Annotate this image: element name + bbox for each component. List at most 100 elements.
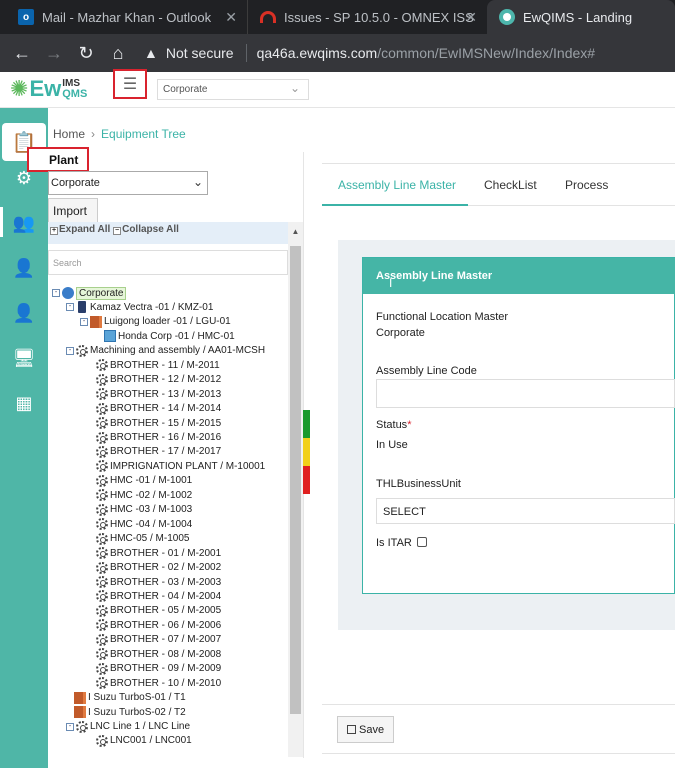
hamburger-menu-button[interactable]: ☰	[113, 69, 147, 99]
plant-select-value: Corporate	[51, 177, 100, 189]
tree-node[interactable]: BROTHER - 07 / M-2007	[96, 633, 221, 647]
tree-node[interactable]: BROTHER - 12 / M-2012	[96, 373, 221, 387]
tree-node-label: HMC -04 / M-1004	[110, 518, 193, 530]
tree-node-label: BROTHER - 04 / M-2004	[110, 590, 222, 602]
collapse-toggle-icon[interactable]: -	[80, 317, 88, 326]
tree-node-label: BROTHER - 16 / M-2016	[110, 432, 222, 443]
tree-node-label: BROTHER - 08 / M-2008	[110, 648, 222, 660]
scroll-up-icon[interactable]: ▲	[288, 222, 303, 242]
tree-node[interactable]: BROTHER - 10 / M-2010	[96, 676, 221, 690]
tree-node[interactable]: BROTHER - 08 / M-2008	[96, 647, 221, 661]
tab-process[interactable]: Process	[565, 178, 608, 192]
gear-icon	[96, 734, 108, 747]
is-itar-checkbox[interactable]	[416, 537, 427, 547]
browser-tab-outlook[interactable]: o Mail - Mazhar Khan - Outlook ✕	[0, 0, 247, 34]
tree-node[interactable]: IMPRIGNATION PLANT / M-10001	[96, 459, 265, 473]
tree-node[interactable]: BROTHER - 13 / M-2013	[96, 387, 221, 401]
collapse-icon[interactable]: −	[113, 227, 122, 235]
assembly-line-code-input[interactable]	[376, 379, 675, 408]
tree-node[interactable]: BROTHER - 03 / M-2003	[96, 575, 221, 589]
tree-node[interactable]: HMC -01 / M-1001	[96, 474, 192, 488]
gear-icon	[96, 648, 108, 661]
gear-icon	[96, 561, 108, 574]
tree-node[interactable]: BROTHER - 14 / M-2014	[96, 402, 221, 416]
save-label: Save	[359, 724, 385, 736]
tree-node-label: I Suzu TurboS-01 / T1	[88, 692, 186, 704]
close-icon[interactable]: ✕	[465, 9, 477, 26]
breadcrumb-current: Equipment Tree	[101, 127, 186, 141]
required-marker: *	[407, 419, 412, 431]
tree-node[interactable]: BROTHER - 02 / M-2002	[96, 561, 221, 575]
browser-tab-issues[interactable]: Issues - SP 10.5.0 - OMNEX ISSUE ✕	[247, 0, 487, 34]
assembly-line-code-label: Assembly Line Code	[376, 365, 477, 377]
close-icon[interactable]: ✕	[225, 9, 237, 26]
tree-node[interactable]: BROTHER - 09 / M-2009	[96, 662, 221, 676]
tree-node[interactable]: BROTHER - 15 / M-2015	[96, 416, 221, 430]
left-nav: 📋 ⚙ 👥 👤 👤 🖥 ▦	[0, 108, 48, 768]
tree-search-input[interactable]: Search	[48, 250, 288, 275]
collapse-toggle-icon[interactable]: -	[66, 722, 74, 731]
plant-select[interactable]: Corporate ⌄	[48, 171, 208, 195]
user-settings-icon[interactable]: 👤	[0, 258, 48, 279]
collapse-toggle-icon[interactable]: -	[52, 289, 60, 297]
tree-node[interactable]: HMC -04 / M-1004	[96, 517, 192, 531]
import-button[interactable]: Import	[48, 198, 98, 223]
tree-node-label: Luigong loader -01 / LGU-01	[104, 316, 231, 328]
collapse-toggle-icon[interactable]: -	[66, 346, 74, 355]
home-icon[interactable]: ⌂	[102, 43, 134, 64]
tree-node[interactable]: BROTHER - 05 / M-2005	[96, 604, 221, 618]
expand-icon[interactable]: +	[50, 227, 58, 235]
hamburger-icon: ☰	[122, 76, 138, 93]
tree-scrollbar[interactable]: ▲	[288, 222, 303, 757]
breadcrumb-home[interactable]: Home	[53, 127, 85, 141]
outlook-icon: o	[18, 9, 34, 25]
browser-tab-title: Issues - SP 10.5.0 - OMNEX ISSUE	[284, 9, 474, 25]
users-icon[interactable]: 👥	[0, 207, 48, 237]
building-icon[interactable]: ▦	[0, 393, 48, 414]
tree-node[interactable]: - Kamaz Vectra -01 / KMZ-01	[66, 300, 213, 314]
ewqims-logo[interactable]: ✺ Ew IMS QMS	[10, 76, 87, 102]
tree-node[interactable]: BROTHER - 17 / M-2017	[96, 445, 221, 459]
tree-node[interactable]: - Corporate	[52, 286, 127, 300]
address-bar[interactable]: ▲ Not secure qa46a.ewqims.com /common/Ew…	[144, 44, 595, 62]
tree-node[interactable]: - Machining and assembly / AA01-MCSH	[66, 344, 265, 358]
bldg-icon	[104, 330, 116, 343]
url-path: /common/EwIMSNew/Index/Index#	[377, 45, 596, 61]
tree-node[interactable]: BROTHER - 01 / M-2001	[96, 546, 221, 560]
reload-icon[interactable]: ↻	[70, 43, 102, 64]
status-strip-segment	[303, 438, 310, 466]
status-label: Status*	[376, 419, 411, 431]
presentation-icon[interactable]: 🖥	[0, 348, 48, 369]
tree-node[interactable]: HMC -02 / M-1002	[96, 488, 192, 502]
tree-node[interactable]: BROTHER - 11 / M-2011	[96, 358, 220, 372]
tree-node[interactable]: HMC-05 / M-1005	[96, 532, 189, 546]
tree-node[interactable]: BROTHER - 06 / M-2006	[96, 618, 221, 632]
tree-node[interactable]: LNC001 / LNC001	[96, 734, 192, 748]
collapse-all-link[interactable]: Collapse All	[122, 224, 179, 235]
tree-node-label: Kamaz Vectra -01 / KMZ-01	[90, 301, 214, 313]
tree-node[interactable]: BROTHER - 16 / M-2016	[96, 431, 221, 445]
tree-node-label: Machining and assembly / AA01-MCSH	[90, 345, 266, 357]
user-check-icon[interactable]: 👤	[0, 303, 48, 324]
tab-checklist[interactable]: CheckList	[484, 178, 537, 192]
browser-tab-ewqims[interactable]: EwQIMS - Landing	[487, 0, 675, 34]
corporate-select[interactable]: Corporate ⌄	[157, 79, 309, 100]
tree-node[interactable]: - LNC Line 1 / LNC Line	[66, 720, 190, 734]
business-unit-select[interactable]: SELECT	[376, 498, 675, 524]
tree-node-label: IMPRIGNATION PLANT / M-10001	[110, 460, 266, 472]
forward-icon[interactable]: →	[38, 43, 70, 64]
scrollbar-thumb[interactable]	[290, 246, 301, 714]
back-icon[interactable]: ←	[6, 43, 38, 64]
tree-node[interactable]: BROTHER - 04 / M-2004	[96, 589, 221, 603]
tree-node[interactable]: Honda Corp -01 / HMC-01	[104, 329, 235, 343]
url-host: qa46a.ewqims.com	[256, 45, 378, 61]
tree-node[interactable]: HMC -03 / M-1003	[96, 503, 192, 517]
save-button[interactable]: Save	[337, 716, 394, 743]
tree-node[interactable]: - Luigong loader -01 / LGU-01	[80, 315, 231, 329]
tree-node[interactable]: I Suzu TurboS-01 / T1	[74, 691, 186, 705]
expand-all-link[interactable]: Expand All	[59, 224, 110, 235]
collapse-toggle-icon[interactable]: -	[66, 303, 74, 312]
gear-icon	[96, 619, 108, 632]
tree-node[interactable]: I Suzu TurboS-02 / T2	[74, 705, 186, 719]
tab-assembly-line-master[interactable]: Assembly Line Master	[338, 178, 456, 192]
